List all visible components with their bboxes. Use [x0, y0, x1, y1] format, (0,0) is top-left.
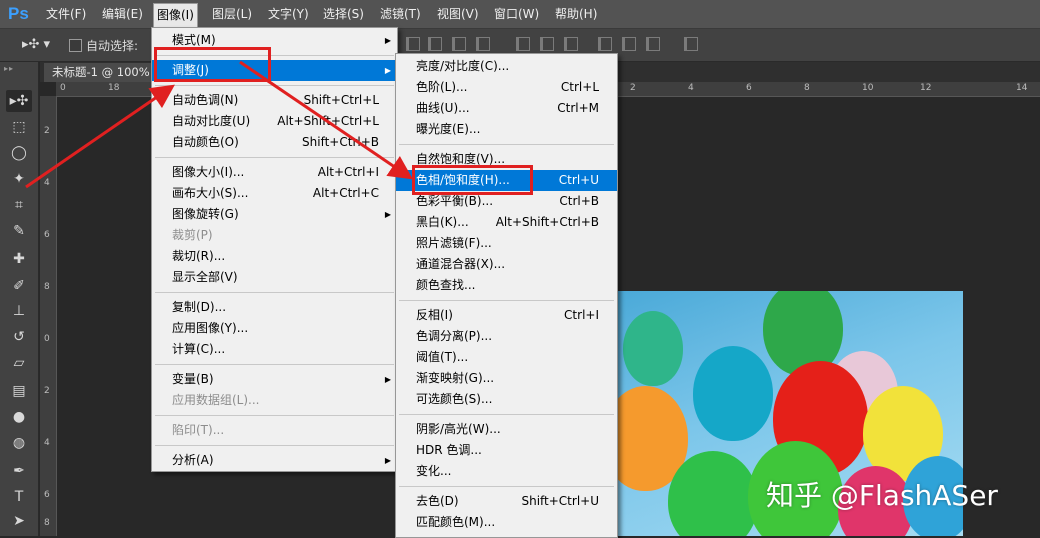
annotation-arrows — [25, 60, 413, 189]
arrow-to-hue-saturation — [239, 60, 413, 180]
arrow-to-adjust — [25, 84, 175, 189]
